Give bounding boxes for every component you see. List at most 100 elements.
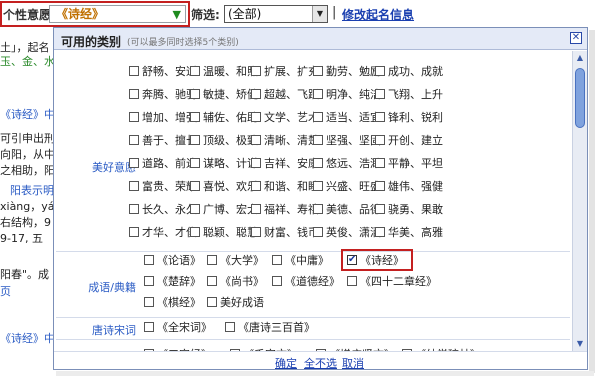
category-checkbox-item[interactable]: 《中庸》 bbox=[272, 254, 329, 268]
checkbox[interactable] bbox=[313, 112, 323, 122]
category-checkbox-item[interactable]: 敏捷、矫健 bbox=[190, 88, 258, 102]
scroll-down-icon[interactable]: ▼ bbox=[573, 337, 587, 351]
category-checkbox-item[interactable]: 辅佐、佑助 bbox=[190, 111, 258, 125]
category-checkbox-item[interactable]: 勤劳、勉励 bbox=[313, 65, 381, 79]
category-checkbox-item[interactable]: 扩展、扩充 bbox=[251, 65, 319, 79]
scroll-up-icon[interactable]: ▲ bbox=[573, 51, 587, 65]
category-checkbox-item[interactable]: 《道德经》 bbox=[272, 275, 340, 289]
category-checkbox-item[interactable]: 成功、成就 bbox=[375, 65, 443, 79]
category-checkbox-item[interactable]: 广博、宏大 bbox=[190, 203, 258, 217]
checkbox[interactable] bbox=[129, 89, 139, 99]
category-checkbox-item[interactable]: 超越、飞跃 bbox=[251, 88, 319, 102]
checkbox[interactable] bbox=[144, 276, 154, 286]
category-checkbox-item[interactable]: 雄伟、强健 bbox=[375, 180, 443, 194]
checkbox[interactable] bbox=[313, 66, 323, 76]
category-checkbox-item[interactable]: 开创、建立 bbox=[375, 134, 443, 148]
checkbox[interactable] bbox=[190, 135, 200, 145]
checkbox[interactable] bbox=[190, 204, 200, 214]
category-checkbox-item[interactable]: 善于、擅长 bbox=[129, 134, 197, 148]
category-checkbox-item[interactable]: 英俊、潇洒 bbox=[313, 226, 381, 240]
checkbox[interactable] bbox=[251, 112, 261, 122]
category-checkbox-item[interactable]: 明净、纯洁 bbox=[313, 88, 381, 102]
unselect-all-link[interactable]: 全不选 bbox=[304, 355, 337, 369]
checkbox[interactable] bbox=[144, 297, 154, 307]
category-checkbox-item[interactable]: 华美、高雅 bbox=[375, 226, 443, 240]
category-checkbox-item[interactable]: 文学、艺术 bbox=[251, 111, 319, 125]
category-checkbox-item[interactable]: 悠远、浩渺 bbox=[313, 157, 381, 171]
edit-naming-info-link[interactable]: 修改起名信息 bbox=[342, 6, 414, 23]
checkbox[interactable] bbox=[251, 227, 261, 237]
checkbox[interactable] bbox=[272, 276, 282, 286]
checkbox[interactable] bbox=[207, 276, 217, 286]
category-checkbox-item[interactable]: 清晰、清楚 bbox=[251, 134, 319, 148]
category-checkbox-item[interactable]: 增加、增强 bbox=[129, 111, 197, 125]
category-checkbox-item[interactable]: 富贵、荣耀 bbox=[129, 180, 197, 194]
checkbox[interactable] bbox=[313, 158, 323, 168]
checkbox[interactable] bbox=[251, 204, 261, 214]
checkbox[interactable] bbox=[190, 181, 200, 191]
checkbox[interactable] bbox=[129, 181, 139, 191]
category-checkbox-item[interactable]: 《大学》 bbox=[207, 254, 264, 268]
filter-select[interactable]: (全部) ▼ bbox=[224, 5, 328, 23]
checkbox[interactable] bbox=[375, 135, 385, 145]
checkbox[interactable] bbox=[375, 112, 385, 122]
category-checkbox-item[interactable]: 奔腾、驰骋 bbox=[129, 88, 197, 102]
checkbox[interactable] bbox=[251, 158, 261, 168]
category-checkbox-item[interactable]: 兴盛、旺盛 bbox=[313, 180, 381, 194]
category-checkbox-item[interactable]: 坚强、坚固 bbox=[313, 134, 381, 148]
checkbox[interactable] bbox=[251, 66, 261, 76]
category-checkbox-item[interactable]: 道路、前途 bbox=[129, 157, 197, 171]
category-checkbox-item[interactable]: 温暖、和煦 bbox=[190, 65, 258, 79]
category-checkbox-item[interactable]: 骁勇、果敢 bbox=[375, 203, 443, 217]
checkbox[interactable] bbox=[190, 227, 200, 237]
category-checkbox-item[interactable]: 财富、钱币 bbox=[251, 226, 319, 240]
checkbox[interactable] bbox=[225, 322, 235, 332]
category-checkbox-item[interactable]: 才华、才俊 bbox=[129, 226, 197, 240]
category-checkbox-item[interactable]: 《论语》 bbox=[144, 254, 201, 268]
confirm-link[interactable]: 确定 bbox=[275, 355, 297, 369]
checkbox[interactable] bbox=[272, 255, 282, 265]
category-checkbox-item[interactable]: 《棋经》 bbox=[144, 296, 201, 310]
checkbox[interactable] bbox=[129, 227, 139, 237]
checkbox[interactable] bbox=[375, 204, 385, 214]
checkbox[interactable] bbox=[313, 181, 323, 191]
checkbox[interactable] bbox=[251, 135, 261, 145]
checkbox[interactable] bbox=[207, 297, 217, 307]
checkbox[interactable] bbox=[313, 227, 323, 237]
checkbox[interactable] bbox=[251, 89, 261, 99]
checkbox[interactable] bbox=[207, 255, 217, 265]
category-checkbox-item[interactable]: 《四十二章经》 bbox=[347, 275, 437, 289]
checkbox[interactable] bbox=[375, 181, 385, 191]
category-checkbox-item[interactable]: 《尚书》 bbox=[207, 275, 264, 289]
checkbox[interactable] bbox=[375, 66, 385, 76]
category-checkbox-item[interactable]: 和谐、和睦 bbox=[251, 180, 319, 194]
category-checkbox-item[interactable]: 美德、品德 bbox=[313, 203, 381, 217]
checkbox[interactable] bbox=[313, 89, 323, 99]
checkbox[interactable] bbox=[190, 112, 200, 122]
checkbox[interactable] bbox=[129, 112, 139, 122]
category-checkbox-item[interactable]: 锋利、锐利 bbox=[375, 111, 443, 125]
checkbox[interactable] bbox=[190, 66, 200, 76]
category-checkbox-item[interactable]: 美好成语 bbox=[207, 296, 264, 310]
checkbox[interactable] bbox=[190, 89, 200, 99]
checkbox[interactable] bbox=[144, 255, 154, 265]
checkbox[interactable] bbox=[129, 158, 139, 168]
cancel-link[interactable]: 取消 bbox=[342, 355, 364, 369]
scrollbar-thumb[interactable] bbox=[575, 68, 585, 128]
checkbox[interactable] bbox=[129, 66, 139, 76]
category-checkbox-item[interactable]: 顶级、极致 bbox=[190, 134, 258, 148]
category-checkbox-item[interactable]: 《唐诗三百首》 bbox=[225, 321, 315, 335]
category-checkbox-item[interactable]: 喜悦、欢乐 bbox=[190, 180, 258, 194]
checkbox[interactable] bbox=[347, 276, 357, 286]
close-icon[interactable]: ✕ bbox=[570, 32, 582, 44]
category-checkbox-item[interactable]: 《楚辞》 bbox=[144, 275, 201, 289]
category-checkbox-item[interactable]: 飞翔、上升 bbox=[375, 88, 443, 102]
category-checkbox-item[interactable]: 舒畅、安适 bbox=[129, 65, 197, 79]
checkbox[interactable] bbox=[129, 204, 139, 214]
category-checkbox-item[interactable]: 平静、平坦 bbox=[375, 157, 443, 171]
checkbox[interactable] bbox=[190, 158, 200, 168]
category-checkbox-item[interactable]: 《全宋词》 bbox=[144, 321, 212, 335]
checkbox[interactable] bbox=[313, 135, 323, 145]
category-checkbox-item[interactable]: 福祥、寿禧 bbox=[251, 203, 319, 217]
category-checkbox-item[interactable]: 谋略、计谋 bbox=[190, 157, 258, 171]
